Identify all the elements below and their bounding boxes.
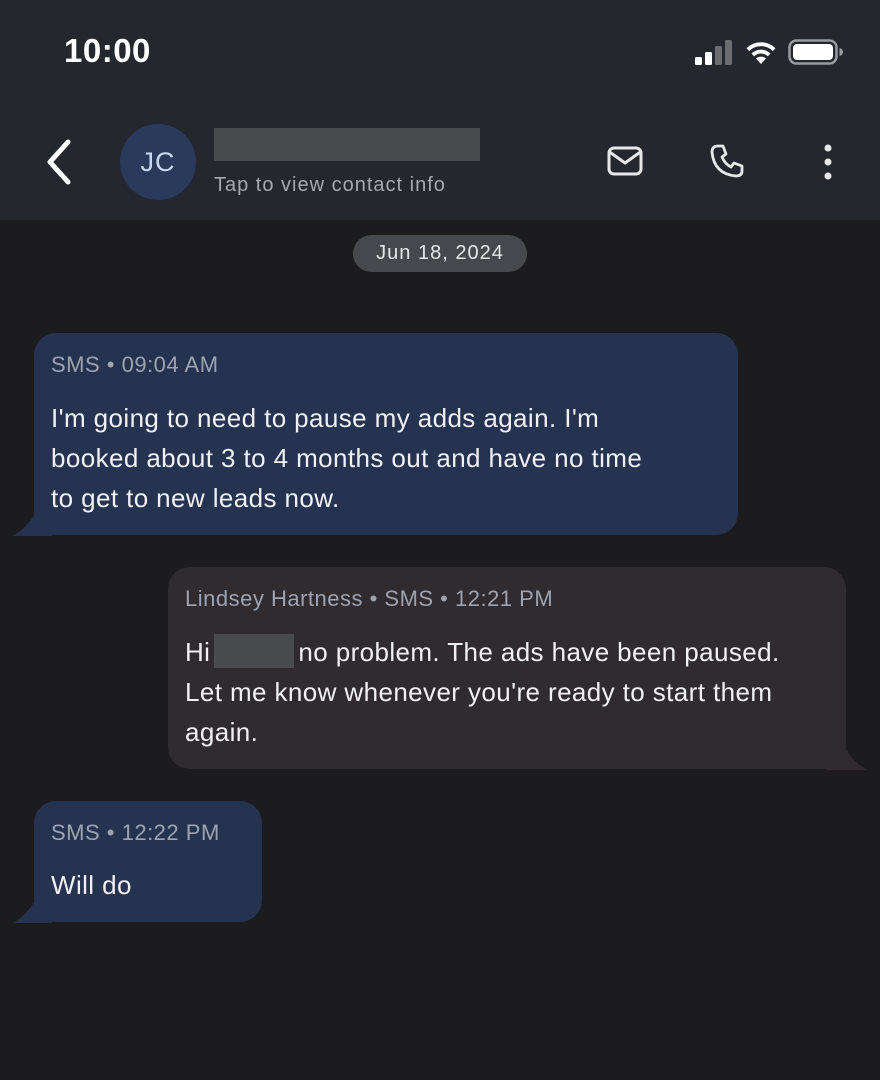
message-greeting: Hi — [185, 637, 211, 667]
header: 10:00 JC Tap to view contact info — [0, 0, 880, 220]
date-divider: Jun 18, 2024 — [353, 235, 527, 272]
message-bubble-incoming[interactable]: SMS • 09:04 AM I'm going to need to paus… — [34, 333, 738, 535]
message-meta: SMS • 09:04 AM — [51, 352, 219, 377]
message-line: Hi no problem. The ads have been paused. — [185, 632, 780, 672]
message-meta: Lindsey Hartness • SMS • 12:21 PM — [185, 586, 554, 611]
message-line-rest: no problem. The ads have been paused. — [298, 637, 780, 667]
message-line: to get to new leads now. — [51, 483, 340, 513]
message-bubble-outgoing[interactable]: Lindsey Hartness • SMS • 12:21 PM Hi no p… — [168, 567, 846, 769]
message-line: I'm going to need to pause my adds again… — [51, 403, 600, 433]
wifi-icon — [746, 42, 776, 64]
conversation-screen: 10:00 JC Tap to view contact info Jun 18… — [0, 0, 880, 1080]
phone-icon[interactable] — [708, 142, 746, 180]
more-vertical-icon[interactable] — [818, 142, 838, 182]
message-bubble-incoming[interactable]: SMS • 12:22 PM Will do — [34, 801, 262, 922]
message-line: again. — [185, 717, 259, 747]
battery-icon — [788, 39, 843, 65]
contact-name-redacted[interactable] — [214, 128, 480, 161]
back-chevron-icon[interactable] — [40, 138, 80, 186]
message-line: Will do — [51, 870, 132, 900]
redacted-name — [214, 634, 295, 669]
status-time: 10:00 — [64, 32, 151, 69]
message-line: Let me know whenever you're ready to sta… — [185, 677, 773, 707]
avatar[interactable]: JC — [120, 124, 196, 200]
cellular-signal-icon — [695, 40, 732, 65]
message-meta: SMS • 12:22 PM — [51, 820, 220, 845]
message-line: booked about 3 to 4 months out and have … — [51, 443, 643, 473]
mail-icon[interactable] — [606, 144, 644, 178]
contact-info-link[interactable]: Tap to view contact info — [214, 174, 446, 197]
